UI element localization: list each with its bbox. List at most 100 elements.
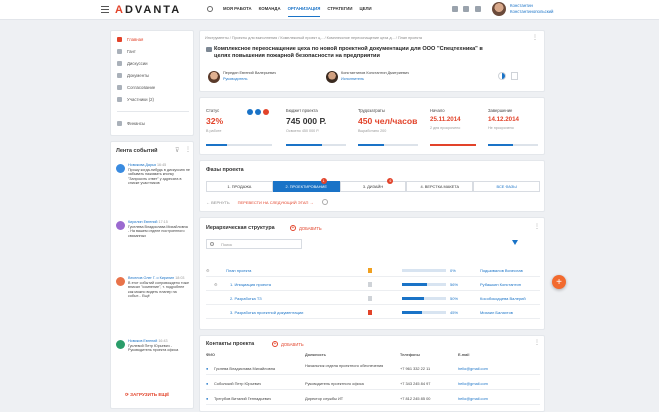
- table-row[interactable]: 2. Разработка ТЗ 50% Кособокодцева Валер…: [206, 293, 540, 305]
- users-icon: [117, 97, 122, 102]
- menu-item-discussions[interactable]: Дискуссии: [117, 61, 148, 66]
- row-progress: [402, 283, 446, 286]
- table-row[interactable]: 3. Разработка проектной документации 45%…: [206, 307, 540, 319]
- history-icon[interactable]: [321, 199, 328, 205]
- table-row[interactable]: ● Трегубов Виталий Геннадьевич Директор …: [206, 393, 540, 405]
- column-header: Телефоны: [400, 353, 420, 357]
- add-contact-button[interactable]: + ДОБАВИТЬ: [272, 341, 304, 347]
- gear-icon[interactable]: ⚙: [214, 282, 218, 287]
- list-item[interactable]: Веселов Олег Г. о Кирилин 18:03 В этот со…: [128, 276, 190, 299]
- back-button[interactable]: ← ВЕРНУТЬ: [206, 200, 230, 205]
- filter-icon[interactable]: ⊽: [175, 147, 179, 154]
- project-stats: Статус 32% В работе Бюджет проекта 745 0…: [199, 97, 545, 155]
- table-row[interactable]: ● Гуслева Владислава Михайловна Начальни…: [206, 363, 540, 375]
- phase-badge: 6: [387, 178, 394, 184]
- nav-goals[interactable]: ЦЕЛИ: [359, 6, 371, 17]
- more-icon[interactable]: ⋮: [534, 223, 540, 230]
- settings-icon[interactable]: [463, 6, 469, 12]
- search-input[interactable]: Поиск: [206, 239, 302, 249]
- check-icon: [117, 85, 122, 90]
- menu-item-documents[interactable]: Документы: [117, 73, 149, 78]
- column-header: E-mail: [458, 353, 470, 357]
- document-icon: [117, 73, 122, 78]
- money-icon: [117, 121, 122, 126]
- progress-icon[interactable]: [498, 72, 506, 80]
- column-header: ФИО: [206, 353, 215, 357]
- user-avatar[interactable]: [492, 2, 506, 16]
- list-item[interactable]: Новиков Евгений 16:43 Гуслевой Петр Юрьев…: [128, 339, 190, 353]
- phase-steps: 1. ПРОДАЖА 2. ПРОЕКТИРОВАНИЕ 1 3. ДИЗАЙН 6…: [206, 178, 540, 192]
- table-row[interactable]: ⚙ План проекта 0% Подшивалов Вячеслав: [206, 265, 540, 277]
- star-icon: [117, 37, 122, 42]
- project-contacts: Контакты проекта + ДОБАВИТЬ ⋮ ФИО Должнос…: [199, 335, 545, 412]
- nav-strategies[interactable]: СТРАТЕГИИ: [327, 6, 352, 17]
- list-item[interactable]: Кирилин Евгений 17:15 Гуселева Владислава…: [128, 220, 190, 238]
- flag-icon: [368, 310, 372, 315]
- labor-stat: Трудозатраты 450 чел/часов Выработано 20…: [358, 108, 418, 133]
- status-badge[interactable]: [247, 109, 253, 115]
- all-phases-tab[interactable]: ВСЕ ФАЗЫ: [473, 181, 540, 192]
- phase-step[interactable]: 1. ПРОДАЖА: [206, 181, 273, 192]
- help-icon[interactable]: [475, 6, 481, 12]
- task-header: Инструменты / Проекты для выполнения / К…: [199, 30, 545, 92]
- budget-stat: Бюджет проекта 745 000 Р. Освоено 450 00…: [286, 108, 327, 133]
- plus-icon: +: [272, 341, 278, 347]
- menu-item-gantt[interactable]: Гант: [117, 49, 136, 54]
- menu-item-finance[interactable]: Финансы: [117, 121, 145, 126]
- logo[interactable]: ADVANTA: [115, 4, 181, 16]
- page-title: Комплексное переоснащение цеха по новой …: [214, 46, 483, 59]
- status-bar: [206, 144, 272, 146]
- executor[interactable]: Константинов Константин Дмитриевич Исполн…: [341, 71, 409, 82]
- next-stage-button[interactable]: ПЕРЕВЕСТИ НА СЛЕДУЮЩИЙ ЭТАП →: [238, 200, 314, 205]
- avatar[interactable]: [208, 71, 220, 83]
- nav-team[interactable]: КОМАНДА: [259, 6, 281, 17]
- flag-icon: [368, 296, 372, 301]
- load-more-button[interactable]: ⟳ ЗАГРУЗИТЬ ЕЩЁ: [125, 392, 169, 398]
- phase-badge: 1: [320, 178, 327, 184]
- table-row[interactable]: ⚙ 1. Инициация проекта 56% Рубашкин Конс…: [206, 279, 540, 291]
- add-button[interactable]: + ДОБАВИТЬ: [290, 225, 322, 231]
- phases-title: Фазы проекта: [206, 167, 244, 173]
- phase-actions: ← ВЕРНУТЬ ПЕРЕВЕСТИ НА СЛЕДУЮЩИЙ ЭТАП →: [206, 199, 328, 205]
- status-badge[interactable]: [263, 109, 269, 115]
- avatar[interactable]: [326, 71, 338, 83]
- nav-organization[interactable]: ОРГАНИЗАЦИЯ: [287, 6, 321, 17]
- notifications-icon[interactable]: [452, 6, 458, 12]
- more-icon[interactable]: ⋮: [185, 146, 191, 153]
- gear-icon[interactable]: ⚙: [206, 268, 210, 273]
- plus-icon: +: [290, 225, 296, 231]
- table-row[interactable]: ● Соболский Петр Юрьевич Руководитель пр…: [206, 378, 540, 390]
- user-icon: ●: [206, 381, 209, 386]
- avatar: [116, 277, 125, 286]
- menu-item-home[interactable]: Главная: [117, 37, 143, 42]
- search-icon[interactable]: [207, 6, 213, 12]
- add-fab-button[interactable]: +: [552, 275, 566, 289]
- phase-step[interactable]: 3. ДИЗАЙН 6: [339, 178, 407, 192]
- search-icon: [210, 242, 214, 246]
- menu-icon[interactable]: [101, 6, 109, 13]
- manager[interactable]: Передин Евгений Валерьевич Руководитель: [223, 71, 276, 82]
- menu-item-participants[interactable]: Участники (2): [117, 97, 154, 102]
- status-badge[interactable]: [255, 109, 261, 115]
- trash-icon[interactable]: [511, 72, 518, 80]
- flag-icon: [368, 268, 372, 273]
- more-icon[interactable]: ⋮: [534, 339, 540, 346]
- nav-my-work[interactable]: МОЯ РАБОТА: [223, 6, 252, 17]
- start-stat: Начало 25.11.2014 2 дня просрочено: [430, 108, 461, 130]
- column-header: Должность: [305, 353, 326, 357]
- end-bar: [488, 144, 538, 146]
- row-progress: [402, 269, 446, 272]
- hierarchy-title: Иерархическая структура: [206, 225, 275, 231]
- breadcrumb[interactable]: Инструменты / Проекты для выполнения / К…: [205, 36, 422, 40]
- phase-step[interactable]: 2. ПРОЕКТИРОВАНИЕ 1: [272, 178, 340, 192]
- feed-title: Лента событий: [116, 148, 158, 154]
- menu-item-approval[interactable]: Согласование: [117, 85, 155, 90]
- list-item[interactable]: Новикова Дарья 16:45 Прошу когда-нибудь в…: [128, 163, 190, 186]
- labor-bar: [358, 144, 418, 146]
- event-feed: Лента событий ⊽ ⋮ Новикова Дарья 16:45 Пр…: [110, 141, 194, 409]
- user-name[interactable]: Константин Константинопольский: [510, 3, 553, 14]
- more-icon[interactable]: ⋮: [532, 34, 538, 41]
- filter-icon[interactable]: [512, 240, 518, 245]
- end-stat: Завершение 14.12.2014 Не просрочено: [488, 108, 519, 130]
- phase-step[interactable]: 4. ВЕРСТКА МАКЕТА: [406, 181, 474, 192]
